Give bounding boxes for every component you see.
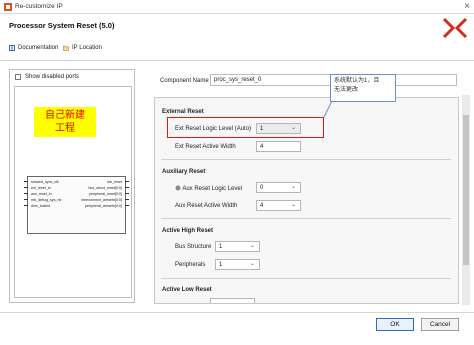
section-divider: [161, 159, 451, 160]
show-disabled-ports-label: Show disabled ports: [25, 74, 80, 80]
input-port: dcm_locked: [31, 204, 51, 208]
input-port: mb_debug_sys_rst: [31, 198, 62, 202]
bus-structure-label: Bus Structure: [175, 244, 212, 250]
auxiliary-reset-heading: Auxiliary Reset: [162, 169, 206, 175]
scrollbar-thumb[interactable]: [463, 115, 469, 265]
annotation-note: 自己新建 工程: [34, 107, 96, 137]
output-pin: [125, 193, 129, 194]
aux-reset-logic-level-select[interactable]: 0 ⌄: [256, 182, 301, 193]
ext-reset-active-width-label: Ext Reset Active Width: [175, 144, 236, 150]
aux-reset-active-width-value: 4: [260, 203, 264, 209]
callout-note: 系统默认为1，且 无法更改: [330, 74, 396, 102]
ext-reset-active-width-value: 4: [260, 144, 264, 150]
footer-divider: [0, 312, 474, 313]
peripherals-value: 1: [219, 262, 223, 268]
output-port: mb_reset: [107, 180, 122, 184]
section-divider: [161, 218, 451, 219]
input-pin: [24, 193, 28, 194]
active-low-reset-heading: Active Low Reset: [162, 287, 212, 293]
folder-icon: [63, 45, 69, 51]
bus-structure-value: 1: [219, 244, 223, 250]
chevron-down-icon: ⌄: [290, 184, 296, 190]
active-high-reset-heading: Active High Reset: [162, 228, 214, 234]
section-divider: [161, 278, 451, 279]
output-port: bus_struct_reset[0:0]: [88, 186, 122, 190]
output-pin: [125, 205, 129, 206]
app-icon: [4, 3, 12, 11]
chevron-down-icon: ⌄: [290, 202, 296, 208]
component-name-label: Component Name: [160, 78, 209, 84]
ip-location-link[interactable]: IP Location: [63, 45, 102, 51]
ext-reset-active-width-input[interactable]: 4: [256, 141, 301, 152]
book-icon: [9, 45, 15, 51]
input-port: aux_reset_in: [31, 192, 52, 196]
input-pin: [24, 199, 28, 200]
documentation-link[interactable]: Documentation: [9, 45, 58, 51]
xilinx-logo: [442, 17, 468, 39]
aux-reset-logic-level-value: 0: [260, 185, 264, 191]
dialog-header: Processor System Reset (5.0) Documentati…: [0, 14, 474, 60]
aux-reset-logic-level-label: Aux Reset Logic Level: [182, 186, 243, 192]
aux-reset-active-width-input[interactable]: 4 ⌄: [256, 200, 301, 211]
input-pin: [24, 205, 28, 206]
peripherals-select[interactable]: 1 ⌄: [215, 259, 260, 270]
ip-location-label: IP Location: [72, 45, 102, 51]
input-pin: [24, 181, 28, 182]
documentation-label: Documentation: [18, 45, 59, 51]
show-disabled-ports-row[interactable]: Show disabled ports: [15, 74, 79, 80]
output-pin: [125, 181, 129, 182]
active-low-select[interactable]: [210, 298, 255, 303]
annotation-note-text: 自己新建 工程: [45, 110, 85, 134]
info-icon: [175, 185, 181, 191]
cancel-button[interactable]: Cancel: [421, 318, 459, 331]
bus-structure-select[interactable]: 1 ⌄: [215, 241, 260, 252]
input-pin: [24, 187, 28, 188]
output-port: peripheral_reset[0:0]: [89, 192, 122, 196]
highlight-box: [167, 117, 324, 138]
window-title: Re-customize IP: [15, 3, 63, 10]
callout-text: 系统默认为1，且 无法更改: [334, 78, 380, 93]
header-divider: [0, 60, 474, 61]
output-port: interconnect_aresetn[0:0]: [81, 198, 122, 202]
aux-reset-active-width-label: Aux Reset Active Width: [175, 203, 238, 209]
window-titlebar: Re-customize IP ×: [0, 0, 474, 14]
dialog-title: Processor System Reset (5.0): [9, 21, 115, 30]
external-reset-heading: External Reset: [162, 109, 204, 115]
input-port: slowest_sync_clk: [31, 180, 59, 184]
vertical-scrollbar[interactable]: [462, 95, 470, 305]
peripherals-label: Peripherals: [175, 262, 206, 268]
output-port: peripheral_aresetn[0:0]: [85, 204, 122, 208]
close-icon[interactable]: ×: [464, 1, 470, 13]
ip-block-symbol: slowest_sync_clk ext_reset_in aux_reset_…: [27, 176, 126, 234]
chevron-down-icon: ⌄: [249, 261, 255, 267]
input-port: ext_reset_in: [31, 186, 51, 190]
aux-reset-logic-level-row: Aux Reset Logic Level: [175, 185, 242, 192]
chevron-down-icon: ⌄: [249, 243, 255, 249]
ok-button[interactable]: OK: [376, 318, 414, 331]
output-pin: [125, 199, 129, 200]
output-pin: [125, 187, 129, 188]
show-disabled-ports-checkbox[interactable]: [15, 74, 21, 80]
